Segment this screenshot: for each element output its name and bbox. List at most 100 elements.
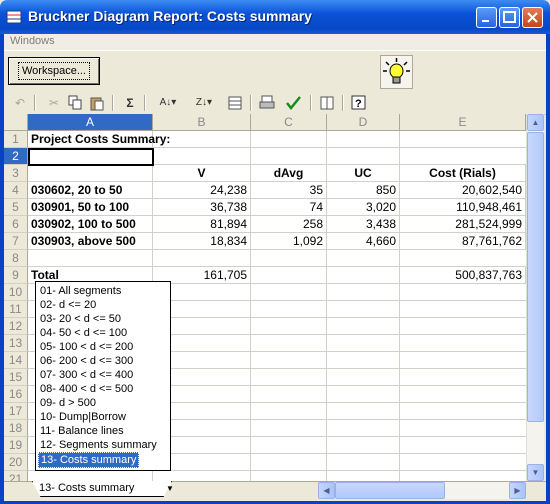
sheet-selector-dropdown[interactable]: 01- All segments 02- d <= 20 03- 20 < d …: [35, 281, 171, 471]
dropdown-option[interactable]: 05- 100 < d <= 200: [38, 340, 135, 354]
row-header-15[interactable]: 15: [4, 369, 28, 386]
row-header-4[interactable]: 4: [4, 182, 28, 199]
cell-c7[interactable]: 1,092: [251, 233, 327, 250]
scroll-up-button[interactable]: ▲: [527, 114, 544, 131]
row-header-21[interactable]: 21: [4, 471, 28, 481]
cut-icon[interactable]: ✂: [46, 94, 62, 111]
dropdown-option[interactable]: 10- Dump|Borrow: [38, 410, 128, 424]
dropdown-option[interactable]: 02- d <= 20: [38, 298, 98, 312]
scroll-left-button[interactable]: ◀: [318, 482, 335, 499]
row-header-6[interactable]: 6: [4, 216, 28, 233]
row-header-2[interactable]: 2: [4, 148, 28, 165]
cell-e3[interactable]: Cost (Rials): [400, 165, 526, 182]
cell-d4[interactable]: 850: [327, 182, 400, 199]
table-properties-icon[interactable]: [226, 94, 244, 111]
cell-b3[interactable]: V: [153, 165, 251, 182]
dropdown-option[interactable]: 11- Balance lines: [38, 424, 126, 438]
cell-b4[interactable]: 24,238: [153, 182, 251, 199]
vertical-scroll-thumb[interactable]: [527, 132, 544, 422]
row-header-10[interactable]: 10: [4, 284, 28, 301]
minimize-button[interactable]: [476, 7, 497, 28]
row-header-8[interactable]: 8: [4, 250, 28, 267]
dropdown-option[interactable]: 08- 400 < d <= 500: [38, 382, 135, 396]
column-header-d[interactable]: D: [327, 114, 400, 131]
dropdown-option[interactable]: 04- 50 < d <= 100: [38, 326, 129, 340]
row-header-17[interactable]: 17: [4, 403, 28, 420]
clipboard-icon: [90, 97, 104, 110]
dropdown-option-selected[interactable]: 13- Costs summary: [38, 452, 140, 468]
dropdown-option[interactable]: 07- 300 < d <= 400: [38, 368, 135, 382]
cell-e4[interactable]: 20,602,540: [400, 182, 526, 199]
sort-descending-icon[interactable]: Z↓▾: [190, 94, 218, 111]
menu-windows[interactable]: Windows: [10, 35, 55, 47]
title-bar[interactable]: Bruckner Diagram Report: Costs summary: [0, 0, 550, 34]
cell-a2-selected[interactable]: [28, 148, 154, 166]
row-header-13[interactable]: 13: [4, 335, 28, 352]
row-header-3[interactable]: 3: [4, 165, 28, 182]
row-header-9[interactable]: 9: [4, 267, 28, 284]
scroll-right-button[interactable]: ▶: [509, 482, 526, 499]
workspace-button[interactable]: Workspace...: [8, 57, 100, 85]
lightbulb-button[interactable]: [380, 55, 413, 89]
cell-a4[interactable]: 030602, 20 to 50: [28, 182, 153, 199]
column-header-e[interactable]: E: [400, 114, 526, 131]
cell-a6[interactable]: 030902, 100 to 500: [28, 216, 153, 233]
maximize-button[interactable]: [499, 7, 520, 28]
sheet-tab[interactable]: 13- Costs summary: [32, 481, 172, 497]
cell-a7[interactable]: 030903, above 500: [28, 233, 153, 250]
cell-d5[interactable]: 3,020: [327, 199, 400, 216]
cell-c6[interactable]: 258: [251, 216, 327, 233]
cell-b6[interactable]: 81,894: [153, 216, 251, 233]
row-header-5[interactable]: 5: [4, 199, 28, 216]
cell-a5[interactable]: 030901, 50 to 100: [28, 199, 153, 216]
column-header-c[interactable]: C: [251, 114, 327, 131]
cell-d3[interactable]: UC: [327, 165, 400, 182]
dropdown-option[interactable]: 12- Segments summary: [38, 438, 159, 452]
row-header-19[interactable]: 19: [4, 437, 28, 454]
maximize-icon: [503, 11, 516, 23]
row-header-20[interactable]: 20: [4, 454, 28, 471]
column-header-a[interactable]: A: [28, 114, 153, 131]
undo-icon[interactable]: ↶: [12, 94, 28, 111]
row-header-11[interactable]: 11: [4, 301, 28, 318]
sum-icon[interactable]: Σ: [122, 94, 138, 111]
cell-e9[interactable]: 500,837,763: [400, 267, 526, 284]
row-header-16[interactable]: 16: [4, 386, 28, 403]
copy-icon[interactable]: [66, 94, 84, 111]
paste-icon[interactable]: [88, 94, 106, 111]
cell-c5[interactable]: 74: [251, 199, 327, 216]
cell-b5[interactable]: 36,738: [153, 199, 251, 216]
column-header-b[interactable]: B: [153, 114, 251, 131]
row-header-7[interactable]: 7: [4, 233, 28, 250]
cell-d7[interactable]: 4,660: [327, 233, 400, 250]
cell-e7[interactable]: 87,761,762: [400, 233, 526, 250]
close-button[interactable]: [522, 7, 543, 28]
sort-ascending-icon[interactable]: A↓▾: [154, 94, 182, 111]
cell-b7[interactable]: 18,834: [153, 233, 251, 250]
dropdown-option[interactable]: 01- All segments: [38, 284, 123, 298]
dropdown-option[interactable]: 06- 200 < d <= 300: [38, 354, 135, 368]
cell-c3[interactable]: dAvg: [251, 165, 327, 182]
vertical-scrollbar[interactable]: ▲ ▼: [526, 114, 544, 481]
select-all-corner[interactable]: [4, 114, 28, 131]
cell-c4[interactable]: 35: [251, 182, 327, 199]
cell-a1[interactable]: Project Costs Summary:: [28, 131, 258, 148]
row-header-14[interactable]: 14: [4, 352, 28, 369]
scroll-down-button[interactable]: ▼: [527, 464, 544, 481]
cell-e6[interactable]: 281,524,999: [400, 216, 526, 233]
chart-check-icon[interactable]: [284, 94, 304, 111]
dropdown-option[interactable]: 09- d > 500: [38, 396, 98, 410]
horizontal-scroll-thumb[interactable]: [335, 482, 445, 499]
cell-e5[interactable]: 110,948,461: [400, 199, 526, 216]
resize-grip[interactable]: [526, 482, 543, 499]
horizontal-scrollbar[interactable]: ◀ ▶: [318, 482, 526, 499]
row-header-18[interactable]: 18: [4, 420, 28, 437]
dropdown-option[interactable]: 03- 20 < d <= 50: [38, 312, 123, 326]
cell-d6[interactable]: 3,438: [327, 216, 400, 233]
columns-icon[interactable]: [318, 94, 336, 111]
print-icon[interactable]: [258, 94, 276, 111]
row-header-1[interactable]: 1: [4, 131, 28, 148]
tab-dropdown-arrow-icon[interactable]: ▼: [166, 484, 174, 493]
help-icon[interactable]: ?: [350, 94, 368, 111]
row-header-12[interactable]: 12: [4, 318, 28, 335]
